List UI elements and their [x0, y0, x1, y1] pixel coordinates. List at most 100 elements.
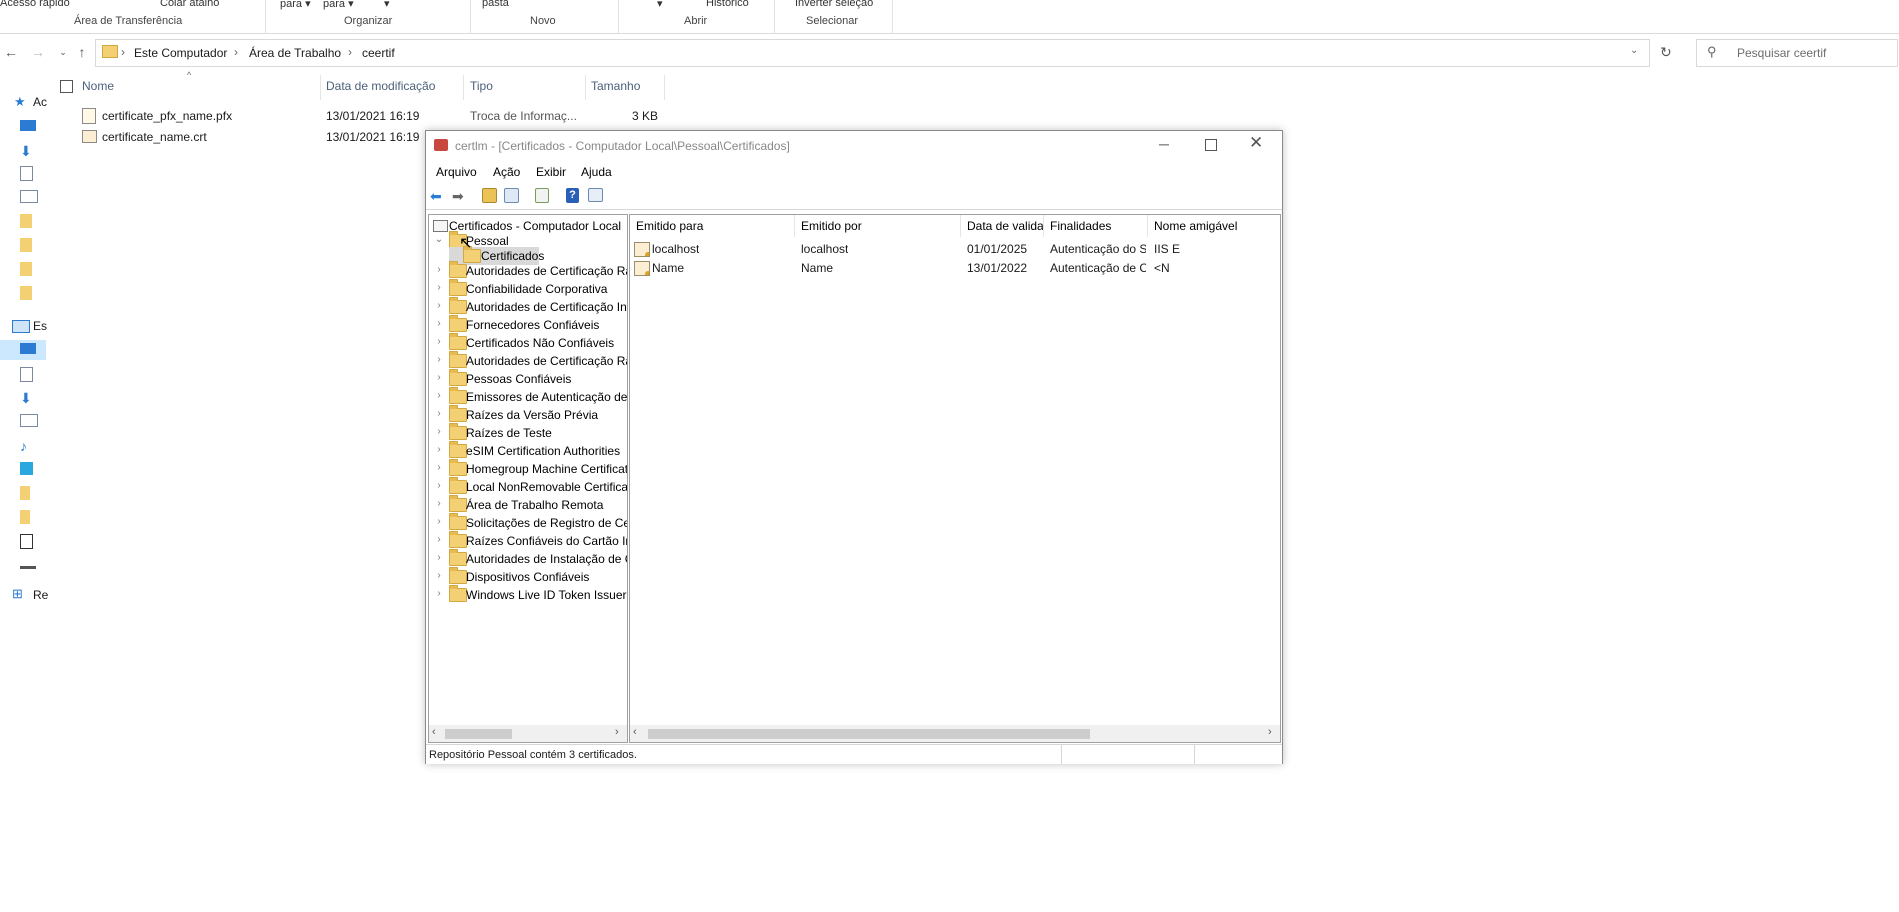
certificate-list[interactable]: ^ Emitido para Emitido por Data de valid…	[629, 214, 1281, 743]
list-header-issued-to[interactable]: Emitido para	[630, 215, 795, 237]
nav-quick-access[interactable]: Ac	[33, 95, 47, 109]
menu-action[interactable]: Ação	[493, 165, 520, 179]
menu-help[interactable]: Ajuda	[581, 165, 612, 179]
folder-icon[interactable]	[20, 214, 32, 228]
chevron-right-icon[interactable]: ›	[433, 570, 445, 581]
nav-this-pc[interactable]: Es	[33, 319, 47, 333]
address-bar[interactable]: › Este Computador › Área de Trabalho › c…	[95, 39, 1650, 67]
list-header-expiration[interactable]: Data de validade	[961, 215, 1044, 237]
ribbon-item-new-folder[interactable]: pasta	[482, 0, 509, 9]
search-box[interactable]: ⚲ Pesquisar ceertif	[1696, 39, 1898, 67]
chevron-right-icon[interactable]: ›	[433, 516, 445, 527]
certificate-row[interactable]: Name Name 13/01/2022 Autenticação de Cli…	[630, 258, 1280, 277]
close-icon[interactable]: ✕	[1249, 133, 1263, 153]
disk-icon[interactable]	[20, 558, 36, 569]
folder-icon[interactable]	[20, 262, 32, 276]
chevron-right-icon[interactable]: ›	[433, 336, 445, 347]
scroll-right-icon[interactable]: ›	[615, 726, 619, 738]
column-divider[interactable]	[463, 75, 464, 100]
menu-view[interactable]: Exibir	[536, 165, 566, 179]
nav-network[interactable]: Re	[33, 588, 48, 602]
list-header-friendly-name[interactable]: Nome amigável	[1148, 215, 1280, 237]
select-all-checkbox[interactable]	[60, 80, 73, 93]
desktop-icon[interactable]	[20, 120, 36, 131]
drive-icon[interactable]	[20, 510, 30, 524]
tree-horizontal-scrollbar[interactable]: ‹ ›	[429, 725, 627, 742]
pictures-icon[interactable]	[20, 190, 38, 203]
scroll-left-icon[interactable]: ‹	[432, 726, 436, 738]
chevron-right-icon[interactable]: ›	[433, 534, 445, 545]
chevron-right-icon[interactable]: ›	[433, 588, 445, 599]
column-header-date-modified[interactable]: Data de modificação	[326, 79, 435, 93]
chevron-right-icon[interactable]: ›	[433, 264, 445, 275]
list-header-issued-by[interactable]: Emitido por	[795, 215, 961, 237]
help-icon[interactable]: ?	[566, 188, 579, 203]
chevron-right-icon[interactable]: ›	[433, 462, 445, 473]
ribbon-item-delete-dropdown[interactable]: ▾	[384, 0, 390, 10]
chevron-right-icon[interactable]: ›	[433, 552, 445, 563]
download-icon[interactable]: ⬇	[20, 390, 36, 406]
chevron-right-icon[interactable]: ›	[433, 444, 445, 455]
maximize-icon[interactable]	[1205, 139, 1217, 151]
desktop-icon[interactable]	[20, 343, 36, 354]
ribbon-item-paste-shortcut[interactable]: Colar atalho	[160, 0, 219, 9]
chevron-right-icon[interactable]: ›	[433, 480, 445, 491]
title-bar[interactable]: certlm - [Certificados - Computador Loca…	[426, 131, 1282, 161]
chevron-right-icon[interactable]: ›	[433, 300, 445, 311]
ribbon-item-copy-to[interactable]: para ▾	[323, 0, 354, 10]
ribbon-item-history[interactable]: Histórico	[706, 0, 749, 9]
chevron-right-icon[interactable]: ›	[433, 282, 445, 293]
scroll-left-icon[interactable]: ‹	[633, 726, 637, 738]
scroll-right-icon[interactable]: ›	[1268, 726, 1272, 738]
ribbon-item-invert-selection[interactable]: Inverter seleção	[795, 0, 873, 9]
document-icon[interactable]	[20, 166, 33, 181]
3d-objects-icon[interactable]	[20, 462, 33, 475]
ribbon-item-open-dropdown[interactable]: ▾	[657, 0, 663, 10]
certificate-row[interactable]: localhost localhost 01/01/2025 Autentica…	[630, 239, 1280, 258]
menu-file[interactable]: Arquivo	[436, 165, 477, 179]
console-tree[interactable]: Certificados - Computador Local ⌄ Pessoa…	[428, 214, 628, 743]
list-horizontal-scrollbar[interactable]: ‹ ›	[630, 725, 1280, 742]
column-header-type[interactable]: Tipo	[470, 79, 493, 93]
column-header-name[interactable]: Nome	[82, 79, 114, 93]
column-divider[interactable]	[664, 75, 665, 100]
ribbon-item-quick-access[interactable]: Acesso rápido	[0, 0, 70, 9]
chevron-right-icon[interactable]: ›	[433, 354, 445, 365]
pictures-icon[interactable]	[20, 414, 38, 427]
chevron-down-icon[interactable]: ⌄	[433, 234, 445, 245]
chevron-right-icon[interactable]: ›	[433, 498, 445, 509]
column-divider[interactable]	[585, 75, 586, 100]
folder-icon[interactable]	[20, 286, 32, 300]
show-hide-console-tree-icon[interactable]	[504, 188, 519, 203]
video-icon[interactable]	[20, 534, 33, 549]
chevron-right-icon[interactable]: ›	[433, 390, 445, 401]
recent-locations-chevron-icon[interactable]: ⌄	[55, 44, 71, 60]
download-icon[interactable]: ⬇	[20, 143, 36, 159]
export-list-icon[interactable]	[535, 188, 549, 203]
column-divider[interactable]	[320, 75, 321, 100]
column-header-size[interactable]: Tamanho	[591, 79, 640, 93]
chevron-down-icon[interactable]: ⌄	[1630, 45, 1638, 56]
show-action-pane-icon[interactable]	[588, 188, 603, 202]
breadcrumb-this-pc[interactable]: Este Computador	[134, 46, 227, 60]
chevron-right-icon[interactable]: ›	[433, 372, 445, 383]
chevron-right-icon[interactable]: ›	[433, 318, 445, 329]
list-header-purposes[interactable]: Finalidades	[1044, 215, 1148, 237]
back-arrow-icon[interactable]: ⬅	[430, 188, 446, 204]
folder-icon[interactable]	[20, 238, 32, 252]
forward-arrow-icon[interactable]: ➡	[452, 188, 468, 204]
scrollbar-thumb[interactable]	[445, 729, 512, 739]
breadcrumb-desktop[interactable]: Área de Trabalho	[249, 46, 341, 60]
back-arrow-icon[interactable]: ←	[3, 44, 19, 60]
drive-icon[interactable]	[20, 486, 30, 500]
file-row[interactable]: certificate_pfx_name.pfx 13/01/2021 16:1…	[82, 106, 722, 126]
music-icon[interactable]: ♪	[20, 438, 36, 454]
refresh-icon[interactable]: ↻	[1660, 44, 1672, 61]
up-one-level-icon[interactable]	[482, 188, 497, 203]
chevron-right-icon[interactable]: ›	[433, 408, 445, 419]
document-icon[interactable]	[20, 367, 33, 382]
breadcrumb-ceertif[interactable]: ceertif	[362, 46, 395, 60]
minimize-icon[interactable]: ─	[1159, 136, 1169, 152]
chevron-right-icon[interactable]: ›	[433, 426, 445, 437]
up-arrow-icon[interactable]: ↑	[74, 44, 90, 60]
